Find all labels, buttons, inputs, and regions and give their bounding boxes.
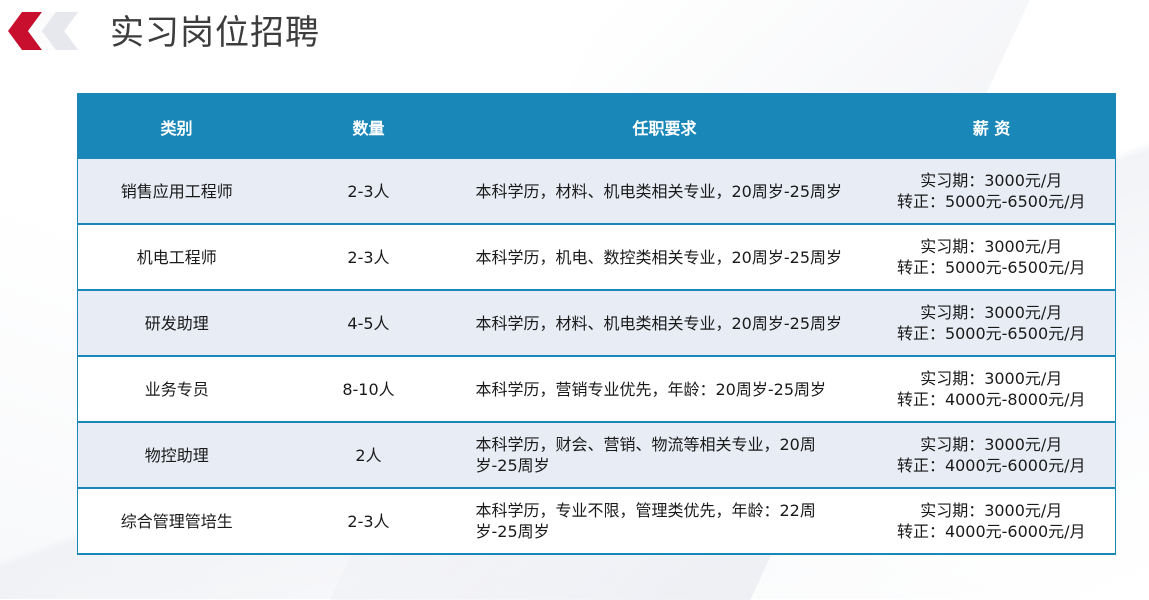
salary-regular: 转正：4000元-6000元/月	[896, 522, 1086, 541]
cell-category: 综合管理管培生	[77, 488, 276, 555]
cell-salary: 实习期：3000元/月 转正：5000元-6500元/月	[867, 290, 1116, 357]
cell-count: 4-5人	[275, 290, 462, 357]
cell-salary: 实习期：3000元/月 转正：4000元-6000元/月	[867, 488, 1116, 555]
cell-category: 业务专员	[77, 356, 276, 423]
cell-salary: 实习期：3000元/月 转正：4000元-6000元/月	[867, 422, 1116, 489]
salary-regular: 转正：5000元-6500元/月	[896, 258, 1086, 277]
cell-requirement: 本科学历，财会、营销、物流等相关专业，20周岁-25周岁	[461, 422, 868, 489]
table-header-row: 类别 数量 任职要求 薪 资	[77, 93, 1116, 159]
cell-category: 研发助理	[77, 290, 276, 357]
cell-count: 8-10人	[275, 356, 462, 423]
cell-requirement: 本科学历，材料、机电类相关专业，20周岁-25周岁	[461, 290, 868, 357]
header-salary: 薪 资	[867, 93, 1116, 159]
cell-count: 2-3人	[275, 488, 462, 555]
salary-regular: 转正：5000元-6500元/月	[896, 192, 1086, 211]
cell-count: 2-3人	[275, 224, 462, 291]
table-row: 机电工程师 2-3人 本科学历，机电、数控类相关专业，20周岁-25周岁 实习期…	[77, 224, 1116, 291]
cell-category: 销售应用工程师	[77, 159, 276, 225]
cell-salary: 实习期：3000元/月 转正：4000元-8000元/月	[867, 356, 1116, 423]
table-row: 综合管理管培生 2-3人 本科学历，专业不限，管理类优先，年龄：22周岁-25周…	[77, 488, 1116, 555]
page-title: 实习岗位招聘	[110, 13, 320, 53]
salary-regular: 转正：4000元-6000元/月	[896, 456, 1086, 475]
salary-intern: 实习期：3000元/月	[920, 303, 1063, 322]
table-row: 物控助理 2人 本科学历，财会、营销、物流等相关专业，20周岁-25周岁 实习期…	[77, 422, 1116, 489]
table-row: 研发助理 4-5人 本科学历，材料、机电类相关专业，20周岁-25周岁 实习期：…	[77, 290, 1116, 357]
salary-intern: 实习期：3000元/月	[920, 435, 1063, 454]
header-count: 数量	[275, 93, 462, 159]
table-row: 业务专员 8-10人 本科学历，营销专业优先，年龄：20周岁-25周岁 实习期：…	[77, 356, 1116, 423]
job-table: 类别 数量 任职要求 薪 资 销售应用工程师 2-3人 本科学历，材料、机电类相…	[77, 93, 1116, 555]
salary-regular: 转正：5000元-6500元/月	[896, 324, 1086, 343]
salary-intern: 实习期：3000元/月	[920, 501, 1063, 520]
header-requirement: 任职要求	[461, 93, 868, 159]
header-category: 类别	[77, 93, 276, 159]
salary-regular: 转正：4000元-8000元/月	[896, 390, 1086, 409]
salary-intern: 实习期：3000元/月	[920, 369, 1063, 388]
cell-salary: 实习期：3000元/月 转正：5000元-6500元/月	[867, 224, 1116, 291]
red-chevron-logo-icon	[8, 12, 78, 50]
cell-requirement: 本科学历，专业不限，管理类优先，年龄：22周岁-25周岁	[461, 488, 868, 555]
salary-intern: 实习期：3000元/月	[920, 237, 1063, 256]
cell-requirement: 本科学历，材料、机电类相关专业，20周岁-25周岁	[461, 159, 868, 225]
cell-requirement: 本科学历，机电、数控类相关专业，20周岁-25周岁	[461, 224, 868, 291]
cell-category: 物控助理	[77, 422, 276, 489]
cell-count: 2-3人	[275, 159, 462, 225]
salary-intern: 实习期：3000元/月	[920, 171, 1063, 190]
cell-requirement: 本科学历，营销专业优先，年龄：20周岁-25周岁	[461, 356, 868, 423]
cell-salary: 实习期：3000元/月 转正：5000元-6500元/月	[867, 159, 1116, 225]
cell-count: 2人	[275, 422, 462, 489]
table-row: 销售应用工程师 2-3人 本科学历，材料、机电类相关专业，20周岁-25周岁 实…	[77, 159, 1116, 225]
cell-category: 机电工程师	[77, 224, 276, 291]
